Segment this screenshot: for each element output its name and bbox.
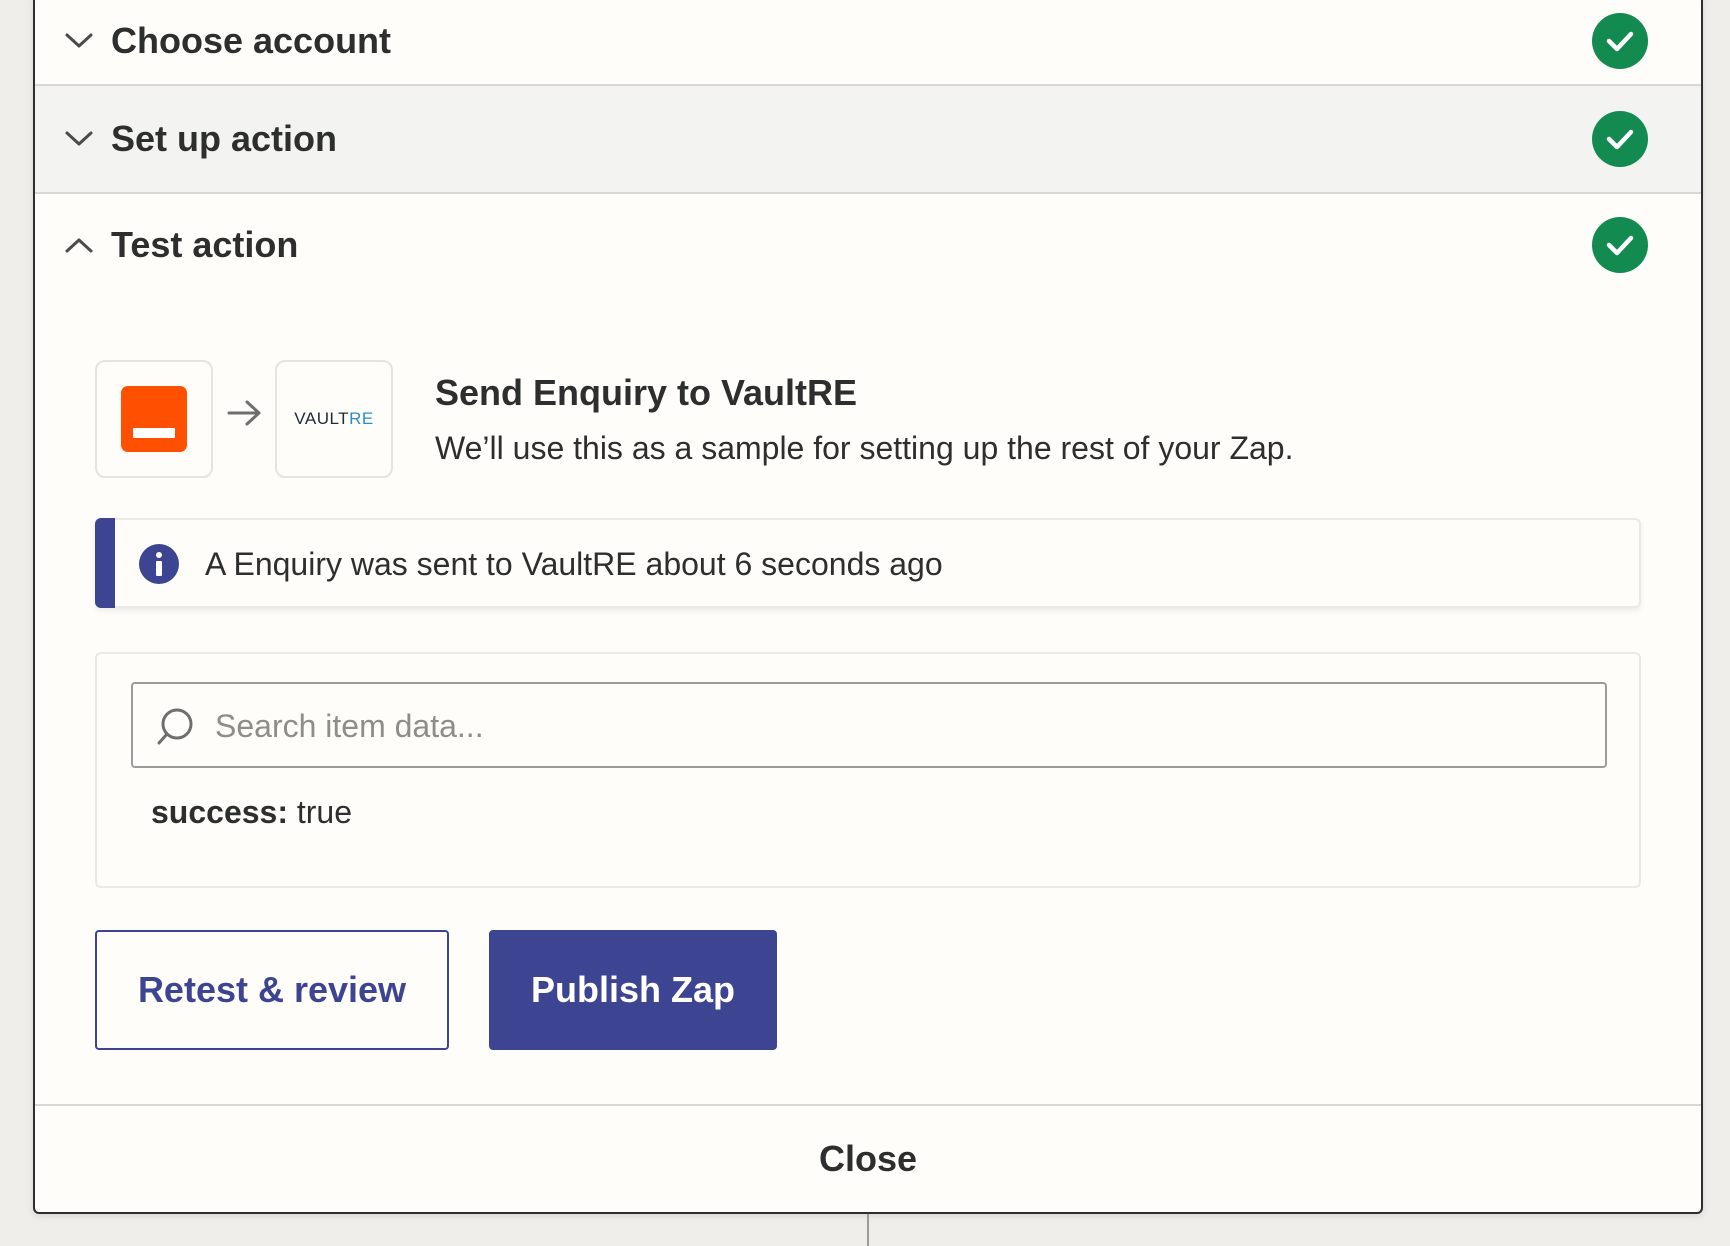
step-set-up-action[interactable]: Set up action: [35, 86, 1701, 194]
action-title: Send Enquiry to VaultRE: [435, 372, 858, 413]
result-value: true: [296, 794, 353, 830]
retest-review-button[interactable]: Retest & review: [95, 930, 449, 1050]
step-test-action[interactable]: Test action: [35, 194, 1701, 296]
step-choose-account[interactable]: Choose account: [35, 0, 1701, 86]
vaultre-logo: VAULTRE: [294, 409, 374, 428]
zap-step-panel: Choose account Set up action Test action…: [33, 0, 1703, 1214]
chevron-down-icon[interactable]: [61, 121, 97, 157]
publish-zap-button[interactable]: Publish Zap: [489, 930, 777, 1050]
chevron-down-icon[interactable]: [61, 23, 97, 59]
step-title: Set up action: [111, 118, 338, 159]
search-input[interactable]: [213, 698, 1587, 754]
step-title: Test action: [111, 224, 299, 265]
item-data-panel: success: true: [95, 652, 1641, 888]
source-app-icon-box: [95, 360, 213, 478]
arrow-right-icon: [227, 400, 261, 426]
vaultre-logo-box: VAULTRE: [275, 360, 393, 478]
alert-accent-bar: [95, 518, 115, 608]
close-button[interactable]: Close: [35, 1104, 1701, 1212]
result-key: success:: [151, 794, 288, 830]
check-icon: [1592, 217, 1648, 273]
check-icon: [1592, 13, 1648, 69]
search-icon: [157, 708, 193, 745]
alert-text: A Enquiry was sent to VaultRE about 6 se…: [205, 546, 943, 582]
check-icon: [1592, 111, 1648, 167]
action-subtitle: We’ll use this as a sample for setting u…: [435, 430, 1294, 466]
result-field: success: true: [151, 794, 352, 831]
orange-app-icon: [121, 386, 187, 452]
search-field[interactable]: [131, 682, 1607, 768]
success-alert: A Enquiry was sent to VaultRE about 6 se…: [95, 518, 1641, 608]
chevron-up-icon[interactable]: [61, 227, 97, 263]
info-icon: [139, 544, 179, 584]
step-connector-line: [867, 1214, 869, 1246]
step-title: Choose account: [111, 20, 392, 61]
